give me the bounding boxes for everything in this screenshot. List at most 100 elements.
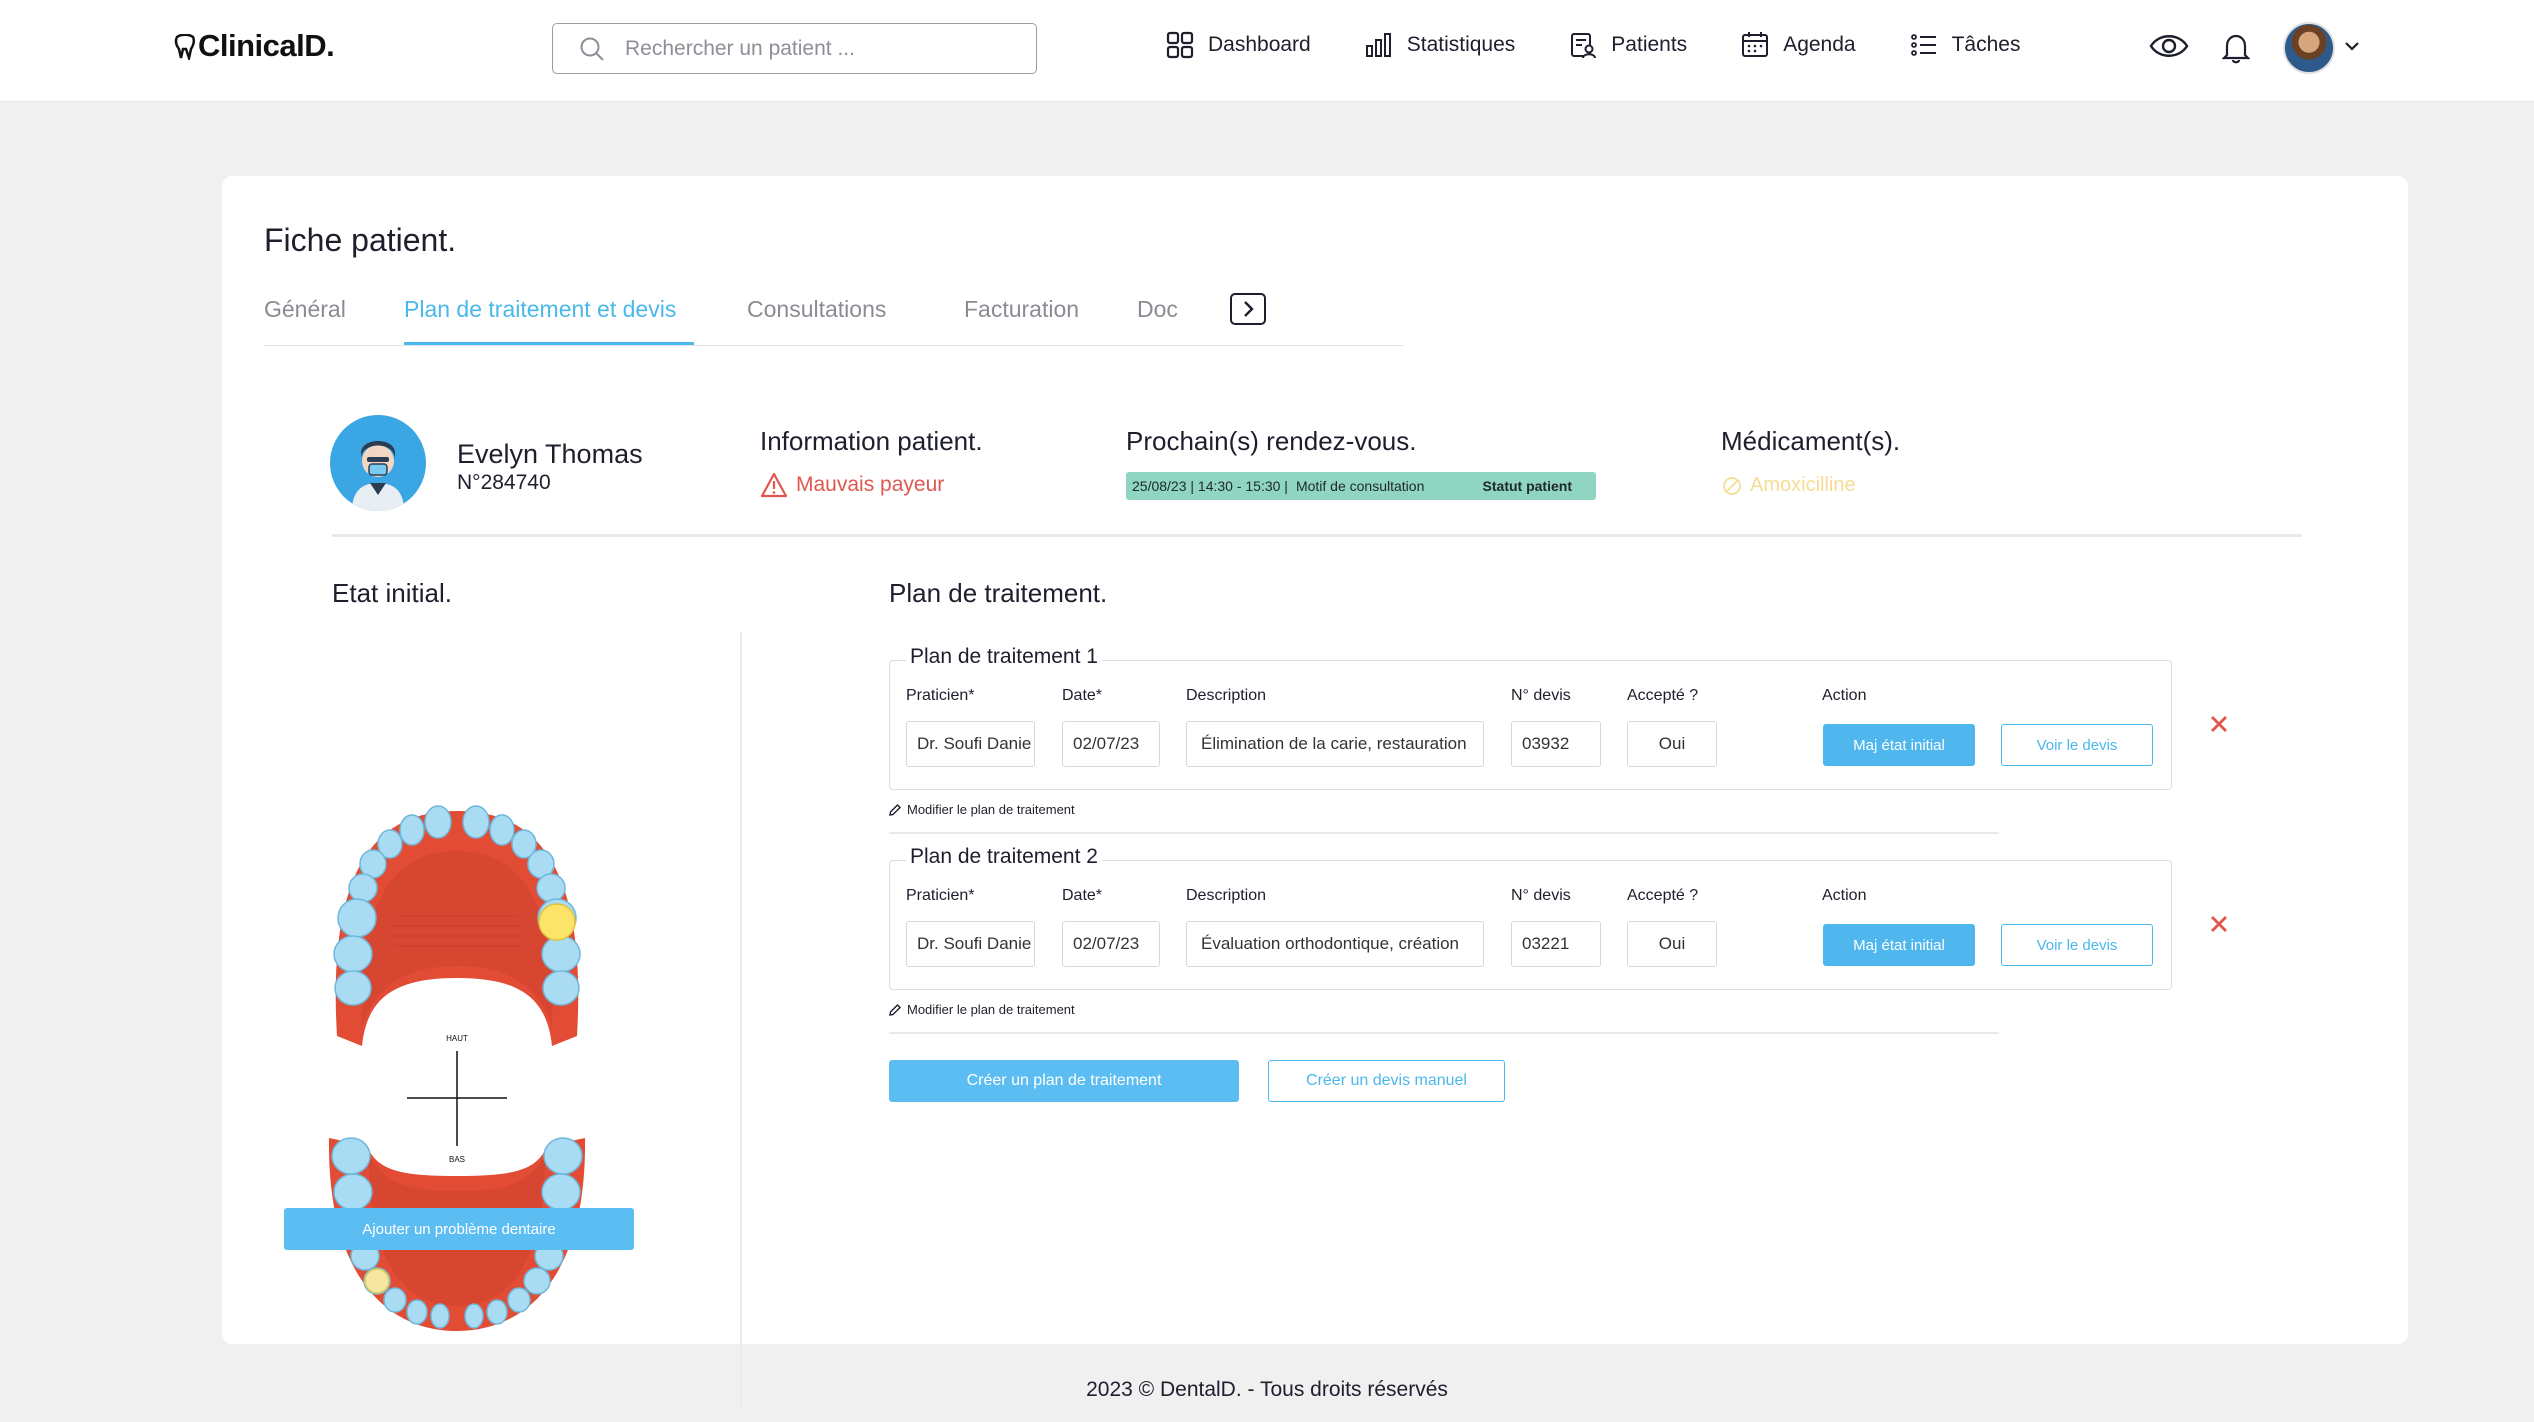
modify-plan-2-link[interactable]: Modifier le plan de traitement xyxy=(889,1002,1075,1017)
description-field[interactable]: Élimination de la carie, restauration xyxy=(1186,721,1484,767)
accepte-select[interactable]: Oui xyxy=(1627,921,1717,967)
nav-patients[interactable]: Patients xyxy=(1569,31,1687,59)
col-devis: N° devis xyxy=(1511,887,1571,904)
rdv-status: Statut patient xyxy=(1482,478,1572,494)
eye-icon[interactable] xyxy=(2149,30,2189,62)
nav-agenda[interactable]: Agenda xyxy=(1741,31,1856,59)
col-accepte: Accepté ? xyxy=(1627,687,1699,704)
medication-name: Amoxicilline xyxy=(1750,474,1856,496)
tab-general[interactable]: Général xyxy=(264,296,346,323)
treatment-plan-2: Plan de traitement 2 Praticien* Date* De… xyxy=(889,845,2172,990)
bell-icon[interactable] xyxy=(2222,32,2250,64)
patient-id: N°284740 xyxy=(457,471,551,494)
delete-plan-1-icon[interactable] xyxy=(2209,714,2229,734)
top-navbar: ClinicalD. Dashboard Statistiques Patien… xyxy=(0,0,2534,102)
devis-field[interactable]: 03932 xyxy=(1511,721,1601,767)
treatment-plan-1: Plan de traitement 1 Praticien* Date* De… xyxy=(889,645,2172,790)
col-devis: N° devis xyxy=(1511,687,1571,704)
header-divider xyxy=(332,534,2302,537)
tab-facturation[interactable]: Facturation xyxy=(964,296,1079,323)
medicaments-title: Médicament(s). xyxy=(1721,426,1901,456)
next-appointment[interactable]: 25/08/23 | 14:30 - 15:30 | Motif de cons… xyxy=(1126,472,1596,500)
modify-plan-1-link[interactable]: Modifier le plan de traitement xyxy=(889,802,1075,817)
col-date: Date* xyxy=(1062,887,1103,904)
tab-documents[interactable]: Doc xyxy=(1137,296,1178,323)
rdv-title: Prochain(s) rendez-vous. xyxy=(1126,426,1417,456)
col-description: Description xyxy=(1186,887,1267,904)
upper-arch: HAUT xyxy=(333,805,581,1046)
praticien-field[interactable]: Dr. Soufi Danie xyxy=(906,921,1035,967)
maj-etat-initial-button[interactable]: Maj état initial xyxy=(1823,724,1975,766)
patient-card: Fiche patient. Général Plan de traitemen… xyxy=(222,176,2408,1407)
delete-plan-2-icon[interactable] xyxy=(2209,914,2229,934)
nav-dashboard-label: Dashboard xyxy=(1208,33,1311,56)
col-praticien: Praticien* xyxy=(906,687,975,704)
plan-1-separator xyxy=(889,832,1999,834)
date-field[interactable]: 02/07/23 xyxy=(1062,721,1160,767)
col-description: Description xyxy=(1186,687,1267,704)
grid-icon xyxy=(1166,31,1194,59)
modify-plan-1-label: Modifier le plan de traitement xyxy=(907,802,1075,817)
plan-2-name: Plan de traitement 2 xyxy=(906,845,1102,869)
nav-taches[interactable]: Tâches xyxy=(1910,32,2021,58)
main-menu: Dashboard Statistiques Patients Agenda T… xyxy=(1166,31,2074,59)
tab-plan-traitement[interactable]: Plan de traitement et devis xyxy=(404,296,676,323)
accepte-select[interactable]: Oui xyxy=(1627,721,1717,767)
voir-devis-button[interactable]: Voir le devis xyxy=(2001,924,2153,966)
pencil-icon xyxy=(889,1003,901,1016)
nav-statistiques[interactable]: Statistiques xyxy=(1365,32,1516,58)
rdv-motif: Motif de consultation xyxy=(1295,478,1425,494)
col-praticien: Praticien* xyxy=(906,887,975,904)
voir-devis-button[interactable]: Voir le devis xyxy=(2001,724,2153,766)
search-input[interactable] xyxy=(625,36,1005,61)
bad-payer-warning: Mauvais payeur xyxy=(760,472,944,498)
col-action: Action xyxy=(1822,887,1867,904)
nav-statistiques-label: Statistiques xyxy=(1406,33,1516,56)
lower-arch-label: BAS xyxy=(449,1155,465,1164)
patient-avatar xyxy=(330,415,426,511)
col-accepte: Accepté ? xyxy=(1627,887,1699,904)
col-action: Action xyxy=(1822,687,1867,704)
search-icon xyxy=(580,37,604,61)
tooth-logo-icon xyxy=(174,33,196,63)
user-avatar[interactable] xyxy=(2283,22,2335,74)
tab-consultations[interactable]: Consultations xyxy=(747,296,886,323)
bad-payer-label: Mauvais payeur xyxy=(796,473,945,496)
active-tab-indicator xyxy=(404,342,694,345)
page-title: Fiche patient. xyxy=(264,222,457,258)
description-field[interactable]: Évaluation orthodontique, création xyxy=(1186,921,1484,967)
patient-tabs: Général Plan de traitement et devis Cons… xyxy=(264,293,1404,346)
nav-agenda-label: Agenda xyxy=(1783,33,1856,56)
brand-logo[interactable]: ClinicalD. xyxy=(174,28,335,64)
bar-chart-icon xyxy=(1365,33,1391,57)
patients-icon xyxy=(1571,33,1597,59)
warning-triangle-icon xyxy=(760,472,788,498)
praticien-field[interactable]: Dr. Soufi Danie xyxy=(906,721,1035,767)
maj-etat-initial-button[interactable]: Maj état initial xyxy=(1823,924,1975,966)
upper-arch-label: HAUT xyxy=(446,1034,468,1043)
calendar-icon xyxy=(1742,32,1769,57)
pencil-icon xyxy=(889,803,901,816)
column-divider xyxy=(740,632,742,1407)
plan-1-name: Plan de traitement 1 xyxy=(906,645,1102,669)
plan-title: Plan de traitement. xyxy=(889,578,1108,608)
nav-taches-label: Tâches xyxy=(1951,33,2021,56)
patient-avatar-icon xyxy=(352,441,404,511)
date-field[interactable]: 02/07/23 xyxy=(1062,921,1160,967)
add-dental-problem-button[interactable]: Ajouter un problème dentaire xyxy=(284,1208,634,1250)
etat-initial-title: Etat initial. xyxy=(332,578,452,608)
footer-copyright: 2023 © DentalD. - Tous droits réservés xyxy=(1086,1378,1448,1401)
col-date: Date* xyxy=(1062,687,1103,704)
task-list-icon xyxy=(1910,34,1936,56)
plan-2-separator xyxy=(889,1032,1999,1034)
devis-field[interactable]: 03221 xyxy=(1511,921,1601,967)
create-manual-quote-button[interactable]: Créer un devis manuel xyxy=(1268,1060,1505,1102)
modify-plan-2-label: Modifier le plan de traitement xyxy=(907,1002,1075,1017)
rdv-date: 25/08/23 | 14:30 - 15:30 | xyxy=(1132,478,1288,494)
patient-search[interactable] xyxy=(552,23,1037,74)
create-plan-button[interactable]: Créer un plan de traitement xyxy=(889,1060,1239,1102)
tabs-next-button[interactable] xyxy=(1230,293,1266,325)
chevron-down-icon[interactable] xyxy=(2344,40,2360,52)
brand-name: ClinicalD. xyxy=(198,28,335,63)
nav-dashboard[interactable]: Dashboard xyxy=(1166,31,1311,59)
